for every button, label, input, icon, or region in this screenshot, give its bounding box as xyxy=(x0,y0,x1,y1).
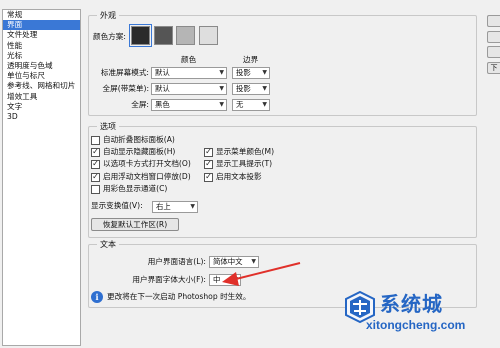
checkbox-open-documents-as-tabs[interactable]: ✓ 以选项卡方式打开文档(O) xyxy=(91,159,191,169)
chevron-down-icon: ▼ xyxy=(219,85,224,92)
sidebar-item-3d[interactable]: 3D xyxy=(3,112,80,122)
fullscreen-border-select[interactable]: 无 ▼ xyxy=(232,99,270,111)
info-icon: i xyxy=(91,291,103,303)
color-scheme-swatch-lightest[interactable] xyxy=(199,26,218,45)
standard-screen-mode-label: 标准屏幕模式: xyxy=(100,68,149,77)
preferences-category-list[interactable]: 常规 界面 文件处理 性能 光标 透明度与色域 单位与标尺 参考线、网格和切片 … xyxy=(2,9,81,346)
chevron-down-icon: ▼ xyxy=(251,258,256,265)
sidebar-item-interface[interactable]: 界面 xyxy=(3,20,80,31)
checkbox-box[interactable]: ✓ xyxy=(91,159,100,169)
chevron-down-icon: ▼ xyxy=(262,85,267,92)
checkbox-box[interactable]: ✓ xyxy=(204,172,213,182)
checkbox-box[interactable]: ✓ xyxy=(204,159,213,169)
chevron-down-icon: ▼ xyxy=(262,69,267,76)
sidebar-item-performance[interactable]: 性能 xyxy=(3,41,80,51)
checkbox-box[interactable] xyxy=(91,135,100,145)
fullscreen-color-select[interactable]: 黑色 ▼ xyxy=(151,99,227,111)
checkbox-auto-collapse-iconic-panels[interactable]: 自动折叠图标面板(A) xyxy=(91,135,175,145)
show-transform-values-label: 显示变换值(V): xyxy=(91,201,143,210)
fullscreen-menu-border-select[interactable]: 投影 ▼ xyxy=(232,83,270,95)
sidebar-item-units-rulers[interactable]: 单位与标尺 xyxy=(3,71,80,81)
checkbox-show-channels-in-color[interactable]: 用彩色显示通道(C) xyxy=(91,184,167,194)
show-transform-values-select[interactable]: 右上 ▼ xyxy=(152,201,198,213)
sidebar-item-general[interactable]: 常规 xyxy=(3,10,80,20)
restore-default-workspaces-button[interactable]: 恢复默认工作区(R) xyxy=(91,218,179,231)
standard-screen-border-select[interactable]: 投影 ▼ xyxy=(232,67,270,79)
color-scheme-swatch-darkest[interactable] xyxy=(129,24,152,47)
text-group-title: 文本 xyxy=(97,239,119,250)
sidebar-item-guides-grid[interactable]: 参考线、网格和切片 xyxy=(3,81,80,91)
next-button[interactable]: 下 xyxy=(487,62,500,74)
checkbox-auto-show-hidden-panels[interactable]: ✓ 自动显示隐藏面板(H) xyxy=(91,147,175,157)
restart-notice: 更改将在下一次启动 Photoshop 时生效。 xyxy=(107,292,251,301)
cancel-button[interactable] xyxy=(487,31,500,43)
chevron-down-icon: ▼ xyxy=(219,101,224,108)
checkbox-box[interactable]: ✓ xyxy=(91,147,100,157)
sidebar-item-plugins[interactable]: 增效工具 xyxy=(3,92,80,102)
ui-font-size-label: 用户界面字体大小(F): xyxy=(132,275,206,284)
checkbox-box[interactable]: ✓ xyxy=(204,147,213,157)
color-scheme-swatch-light[interactable] xyxy=(176,26,195,45)
ui-font-size-select[interactable]: 中 ▼ xyxy=(209,274,241,286)
sidebar-item-transparency[interactable]: 透明度与色域 xyxy=(3,61,80,71)
chevron-down-icon: ▼ xyxy=(190,203,195,210)
chevron-down-icon: ▼ xyxy=(262,101,267,108)
ok-button[interactable] xyxy=(487,15,500,27)
sidebar-item-file-handling[interactable]: 文件处理 xyxy=(3,30,80,40)
checkbox-show-tool-tips[interactable]: ✓ 显示工具提示(T) xyxy=(204,159,272,169)
color-scheme-label: 颜色方案: xyxy=(93,32,126,41)
fullscreen-label: 全屏: xyxy=(131,100,149,109)
checkbox-enable-floating-document-docking[interactable]: ✓ 启用浮动文档窗口停放(D) xyxy=(91,172,191,182)
chevron-down-icon: ▼ xyxy=(233,276,238,283)
checkbox-box[interactable]: ✓ xyxy=(91,172,100,182)
sidebar-item-cursors[interactable]: 光标 xyxy=(3,51,80,61)
color-scheme-swatch-dark[interactable] xyxy=(154,26,173,45)
checkbox-show-menu-colors[interactable]: ✓ 显示菜单颜色(M) xyxy=(204,147,274,157)
checkbox-box[interactable] xyxy=(91,184,100,194)
fullscreen-menu-color-select[interactable]: 默认 ▼ xyxy=(151,83,227,95)
chevron-down-icon: ▼ xyxy=(219,69,224,76)
ui-language-select[interactable]: 简体中文 ▼ xyxy=(209,256,259,268)
sidebar-item-type[interactable]: 文字 xyxy=(3,102,80,112)
watermark-name: 系统城 xyxy=(380,292,443,316)
ui-language-label: 用户界面语言(L): xyxy=(147,257,206,266)
column-header-border: 边界 xyxy=(243,55,259,64)
options-group-title: 选项 xyxy=(97,121,119,132)
column-header-color: 颜色 xyxy=(181,55,197,64)
previous-button[interactable] xyxy=(487,46,500,58)
appearance-group-title: 外观 xyxy=(97,10,119,21)
checkbox-enable-text-drop-shadows[interactable]: ✓ 启用文本投影 xyxy=(204,172,262,182)
fullscreen-menu-label: 全屏(带菜单): xyxy=(102,84,149,93)
standard-screen-color-select[interactable]: 默认 ▼ xyxy=(151,67,227,79)
watermark-url: xitongcheng.com xyxy=(366,318,466,332)
